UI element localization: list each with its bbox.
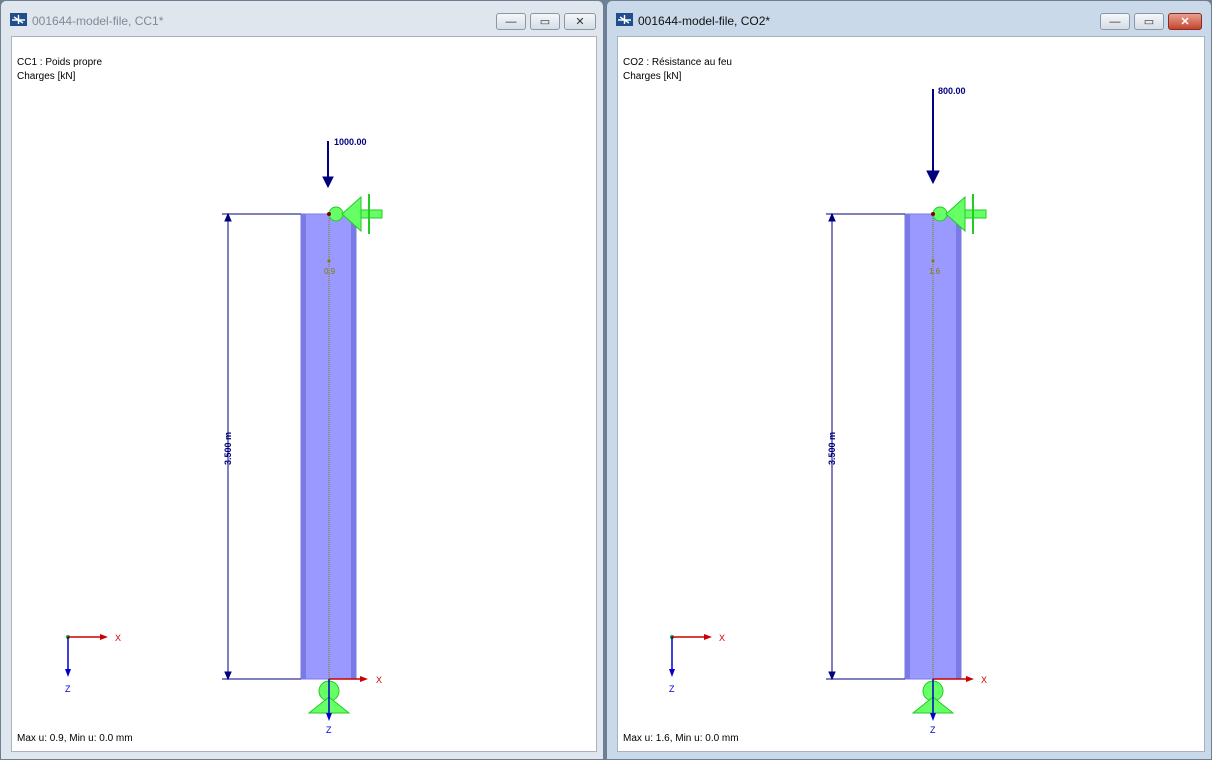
- window-co2[interactable]: 001644-model-file, CO2* — ▭ ✕ CO2 : Rési…: [606, 0, 1212, 760]
- restore-button[interactable]: ▭: [530, 13, 560, 30]
- axis-z-label: Z: [669, 684, 675, 694]
- global-axes-icon: [65, 634, 108, 677]
- member-x-label: X: [981, 675, 987, 685]
- load-arrow: [322, 141, 334, 189]
- dimension-line: [222, 212, 301, 681]
- axis-z-label: Z: [65, 684, 71, 694]
- dimension-line: [826, 212, 905, 681]
- axis-x-label: X: [115, 633, 121, 643]
- load-arrow: [926, 89, 940, 185]
- minimize-button[interactable]: —: [496, 13, 526, 30]
- title-bar[interactable]: 001644-model-file, CO2* — ▭ ✕: [607, 1, 1211, 35]
- minimize-icon: —: [1109, 15, 1121, 28]
- member-z-label: Z: [930, 725, 936, 735]
- close-button[interactable]: ✕: [1168, 13, 1202, 30]
- title-bar[interactable]: 001644-model-file, CC1* — ▭ ✕: [1, 1, 603, 35]
- close-icon: ✕: [575, 16, 585, 28]
- status-text: Max u: 1.6, Min u: 0.0 mm: [623, 733, 739, 744]
- restore-button[interactable]: ▭: [1134, 13, 1164, 30]
- close-icon: ✕: [1180, 16, 1190, 28]
- restore-icon: ▭: [539, 16, 551, 28]
- member-z-label: Z: [326, 725, 332, 735]
- deformation-label: 1.6: [929, 267, 941, 276]
- window-title: 001644-model-file, CO2*: [638, 14, 771, 28]
- app-icon: [616, 13, 633, 26]
- graphics-area[interactable]: CC1 : Poids propre Charges [kN] 0.9 3.50…: [11, 36, 597, 752]
- deformation-label: 0.9: [324, 267, 336, 276]
- minimize-button[interactable]: —: [1100, 13, 1130, 30]
- window-title: 001644-model-file, CC1*: [32, 14, 164, 28]
- minimize-icon: —: [505, 15, 517, 28]
- global-axes-icon: [669, 634, 712, 677]
- load-value: 800.00: [938, 86, 966, 96]
- close-button[interactable]: ✕: [564, 13, 596, 30]
- graphics-area[interactable]: CO2 : Résistance au feu Charges [kN] 1.6…: [617, 36, 1205, 752]
- model-view[interactable]: 1.6 3.500 m 800.00 X Z X Z: [618, 37, 1206, 753]
- restore-icon: ▭: [1143, 16, 1155, 28]
- dimension-label: 3.500 m: [223, 432, 233, 465]
- app-icon: [10, 13, 27, 26]
- axis-x-label: X: [719, 633, 725, 643]
- dimension-label: 3.500 m: [827, 432, 837, 465]
- window-cc1[interactable]: 001644-model-file, CC1* — ▭ ✕ CC1 : Poid…: [0, 0, 604, 760]
- load-value: 1000.00: [334, 137, 367, 147]
- status-text: Max u: 0.9, Min u: 0.0 mm: [17, 733, 133, 744]
- member-x-label: X: [376, 675, 382, 685]
- model-view[interactable]: 0.9 3.500 m 1000.00 X Z X Z: [12, 37, 598, 753]
